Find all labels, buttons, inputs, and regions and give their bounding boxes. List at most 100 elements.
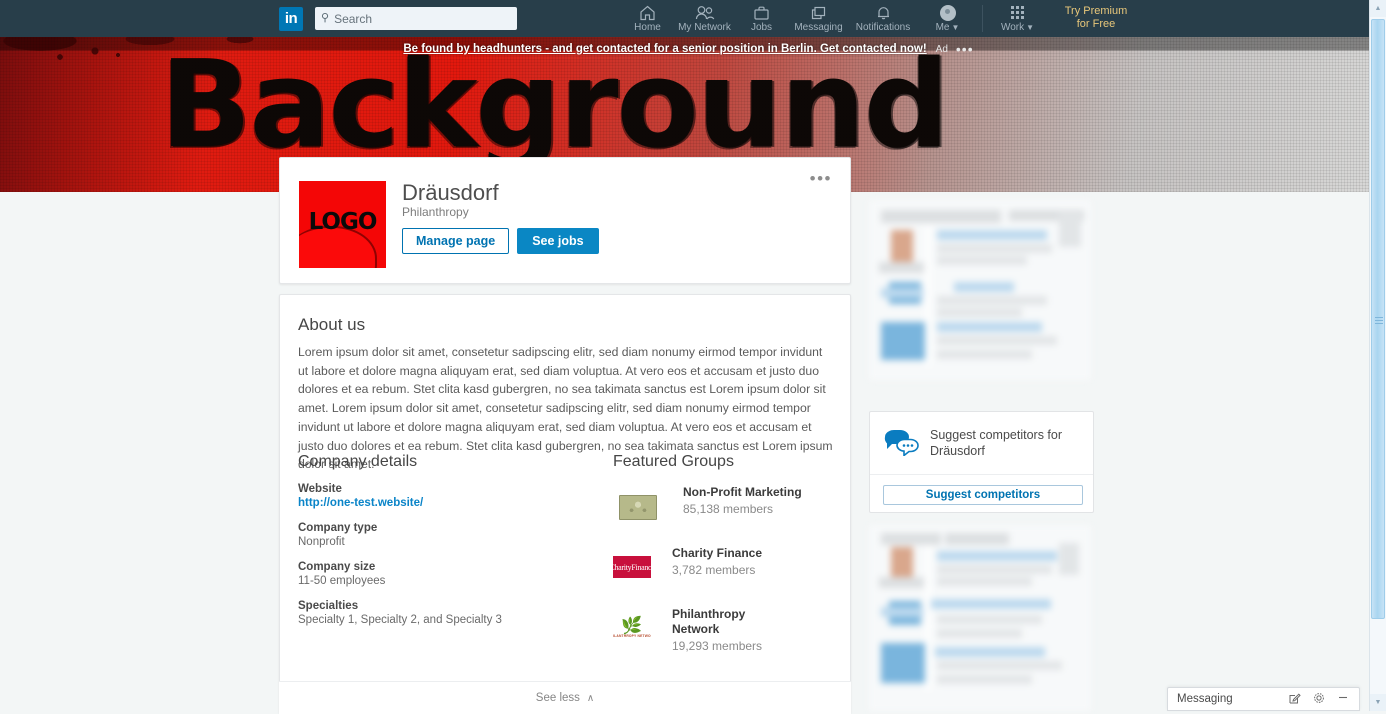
website-link[interactable]: http://one-test.website/ (298, 497, 588, 509)
detail-value: Specialty 1, Specialty 2, and Specialty … (298, 614, 502, 626)
nav-label-notifications: Notifications (855, 22, 911, 33)
grid-icon (1011, 4, 1024, 21)
nav-item-jobs[interactable]: Jobs (733, 0, 790, 37)
try-premium-line2: for Free (1076, 18, 1116, 30)
group-avatar-olive-icon (619, 495, 657, 520)
nav-divider (982, 5, 983, 32)
messaging-widget[interactable]: Messaging (1167, 687, 1360, 711)
company-header-card: LOGO Dräusdorf Philanthropy Manage page … (279, 157, 851, 284)
scrollbar-grip (1375, 315, 1383, 324)
group-name: Non-Profit Marketing (683, 485, 802, 499)
nav-label-messaging: Messaging (794, 22, 843, 33)
manage-page-button[interactable]: Manage page (402, 228, 510, 254)
blurred-promo-block-bottom (869, 525, 1091, 711)
detail-value: 11-50 employees (298, 575, 386, 587)
detail-label: Website (298, 483, 342, 495)
group-avatar-subtext: PHILANTHROPY NETWORK (613, 634, 651, 638)
chevron-down-icon: ▼ (951, 23, 960, 32)
featured-groups-list: Non-Profit Marketing 85,138 members Char… (613, 485, 838, 668)
nav-item-me[interactable]: Me ▼ (919, 0, 976, 37)
company-industry: Philanthropy (402, 205, 469, 219)
list-item[interactable]: 🌿 PHILANTHROPY NETWORK Philanthropy Netw… (613, 607, 838, 659)
blurred-promo-block-top (869, 200, 1091, 380)
nav-item-notifications[interactable]: Notifications (847, 0, 919, 37)
search-icon: ⚲ (321, 12, 330, 24)
see-less-button[interactable]: See less ∧ (279, 681, 851, 714)
detail-label: Company type (298, 522, 378, 534)
group-avatar-crimson-icon: CharityFinance (613, 556, 651, 578)
nav-left-group: in ⚲ (279, 6, 517, 31)
home-icon (639, 4, 656, 21)
page-title: Dräusdorf (402, 180, 499, 205)
try-premium-line1: Try Premium (1064, 5, 1128, 17)
briefcase-icon (753, 4, 770, 21)
try-premium-link[interactable]: Try Premium for Free (1054, 0, 1138, 31)
message-icon (810, 4, 827, 21)
people-icon (695, 4, 715, 21)
nav-item-my-network[interactable]: My Network (676, 0, 733, 37)
detail-row: Website http://one-test.website/ (298, 483, 588, 509)
nav-label-my-network: My Network (678, 22, 731, 33)
see-jobs-button[interactable]: See jobs (517, 228, 599, 254)
nav-item-messaging[interactable]: Messaging (790, 0, 847, 37)
company-logo-text: LOGO (308, 208, 378, 235)
scrollbar-thumb[interactable] (1371, 19, 1385, 619)
company-details-title: Company details (298, 453, 418, 470)
minimize-icon[interactable] (1337, 692, 1349, 707)
company-logo: LOGO (299, 181, 386, 268)
nav-right-group: Home My Network Jobs Messaging Notificat… (619, 0, 1138, 37)
search-input[interactable] (334, 8, 500, 29)
nav-label-jobs: Jobs (750, 22, 773, 33)
avatar-icon (939, 4, 956, 21)
sponsored-ad-banner: Be found by headhunters - and get contac… (0, 40, 1377, 58)
suggest-competitors-button[interactable]: Suggest competitors (883, 485, 1083, 505)
company-details-list: Website http://one-test.website/ Company… (298, 483, 588, 639)
see-less-label: See less (535, 692, 580, 704)
bell-icon (875, 4, 892, 21)
speech-bubbles-icon (882, 426, 922, 459)
list-item[interactable]: CharityFinance Charity Finance 3,782 mem… (613, 546, 838, 598)
gear-icon[interactable] (1313, 692, 1325, 707)
scrollbar-up-button[interactable]: ▲ (1370, 0, 1386, 17)
detail-value: Nonprofit (298, 536, 345, 548)
detail-row: Company size 11-50 employees (298, 561, 588, 587)
nav-label-me: Me (935, 22, 950, 33)
suggest-competitors-card: Suggest competitors for Dräusdorf Sugges… (869, 411, 1094, 513)
top-navigation-bar: in ⚲ Home My Network (0, 0, 1386, 37)
group-member-count: 19,293 members (672, 639, 763, 653)
suggest-competitors-header: Suggest competitors for Dräusdorf (870, 412, 1093, 459)
search-box[interactable]: ⚲ (315, 7, 517, 30)
group-member-count: 3,782 members (672, 563, 756, 577)
company-action-buttons: Manage page See jobs (402, 228, 599, 254)
nav-label-work: Work (1000, 22, 1025, 33)
suggest-competitors-heading: Suggest competitors for Dräusdorf (930, 427, 1063, 458)
page-scrollbar[interactable]: ▲ ▼ (1369, 0, 1386, 711)
featured-groups-title: Featured Groups (613, 453, 734, 470)
nav-item-work[interactable]: Work ▼ (989, 0, 1046, 37)
detail-row: Company type Nonprofit (298, 522, 588, 548)
chevron-down-icon: ▼ (1026, 23, 1035, 32)
ad-label: Ad (935, 43, 948, 55)
about-us-card: About us Lorem ipsum dolor sit amet, con… (279, 294, 851, 714)
chevron-up-icon: ∧ (586, 692, 595, 704)
group-member-count: 85,138 members (683, 502, 774, 516)
detail-label: Company size (298, 561, 376, 573)
messaging-label: Messaging (1177, 693, 1233, 705)
nav-label-home: Home (634, 22, 661, 33)
compose-icon[interactable] (1289, 692, 1301, 707)
group-name: Charity Finance (672, 546, 763, 560)
detail-label: Specialties (298, 600, 359, 612)
flame-glyph: 🌿 (621, 616, 643, 636)
linkedin-logo-icon[interactable]: in (279, 6, 303, 31)
detail-row: Specialties Specialty 1, Specialty 2, an… (298, 600, 588, 626)
group-avatar-flame-icon: 🌿 PHILANTHROPY NETWORK (613, 613, 651, 643)
group-name: Philanthropy Network (672, 607, 746, 636)
nav-item-home[interactable]: Home (619, 0, 676, 37)
list-item[interactable]: Non-Profit Marketing 85,138 members (613, 485, 838, 537)
ad-link[interactable]: Be found by headhunters - and get contac… (403, 43, 926, 55)
scrollbar-down-button[interactable]: ▼ (1370, 694, 1386, 711)
card-divider (870, 474, 1093, 475)
about-us-title: About us (298, 315, 366, 334)
ad-options-icon[interactable]: ••• (956, 42, 974, 56)
overflow-menu-icon[interactable]: ••• (810, 170, 832, 187)
